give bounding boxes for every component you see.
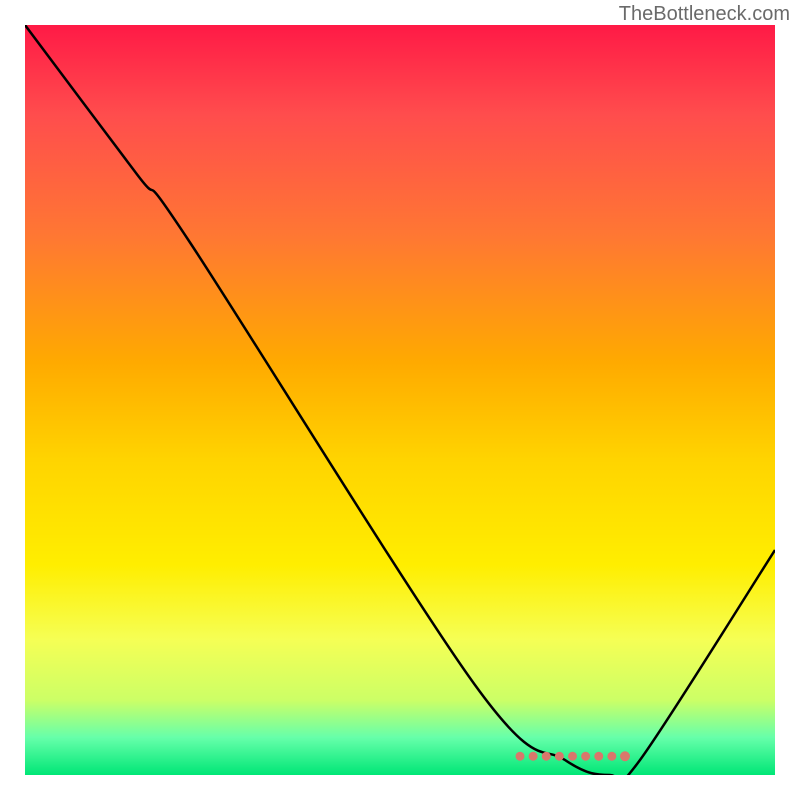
optimal-dot bbox=[568, 752, 577, 761]
optimal-dot bbox=[542, 752, 551, 761]
watermark-text: TheBottleneck.com bbox=[619, 3, 790, 26]
chart-plot-area bbox=[25, 25, 775, 775]
optimal-dot bbox=[620, 751, 630, 761]
bottleneck-chart bbox=[25, 25, 775, 775]
optimal-dot bbox=[607, 752, 616, 761]
optimal-range-marker bbox=[516, 751, 631, 761]
bottleneck-curve-path bbox=[25, 25, 775, 775]
optimal-dot bbox=[581, 752, 590, 761]
optimal-dot bbox=[516, 752, 525, 761]
optimal-dot bbox=[555, 752, 564, 761]
optimal-dot bbox=[529, 752, 538, 761]
optimal-dot bbox=[594, 752, 603, 761]
